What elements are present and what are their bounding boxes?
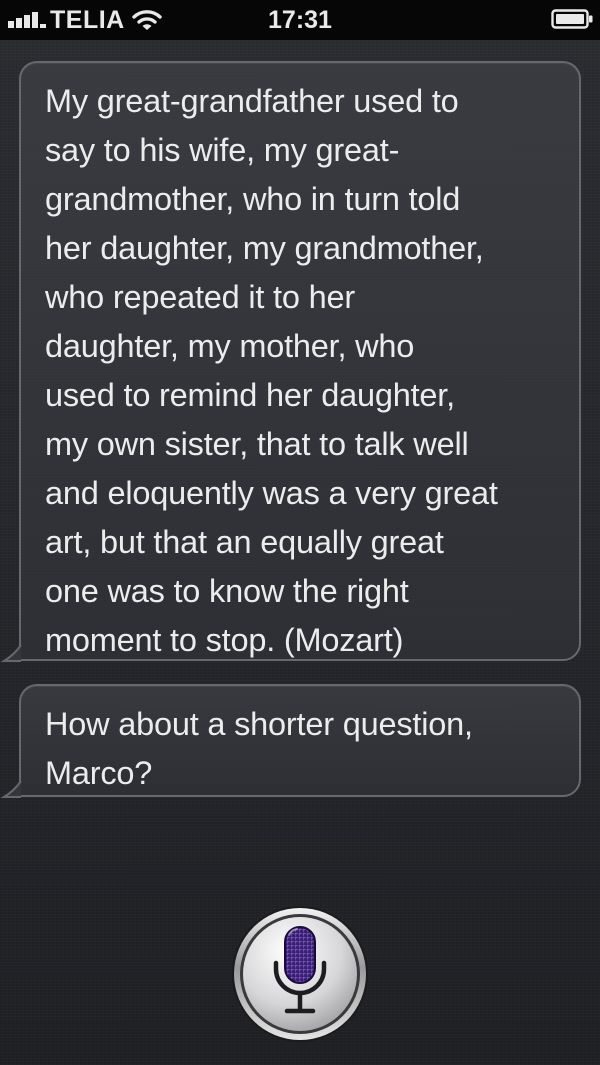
siri-response-bubble: How about a shorter question, Marco?: [0, 684, 581, 798]
bubble-tail: [0, 780, 22, 798]
siri-response-bubble: My great-grandfather used to say to his …: [0, 61, 581, 662]
clock: 17:31: [268, 6, 332, 34]
battery-icon: [551, 9, 593, 29]
siri-response-text: My great-grandfather used to say to his …: [45, 83, 498, 658]
microphone-icon: [232, 906, 368, 1042]
siri-response-text: How about a shorter question, Marco?: [45, 706, 473, 791]
mic-button[interactable]: [231, 905, 369, 1043]
bubble-tail: [0, 644, 22, 662]
status-bar: TELIA 17:31: [0, 0, 600, 40]
